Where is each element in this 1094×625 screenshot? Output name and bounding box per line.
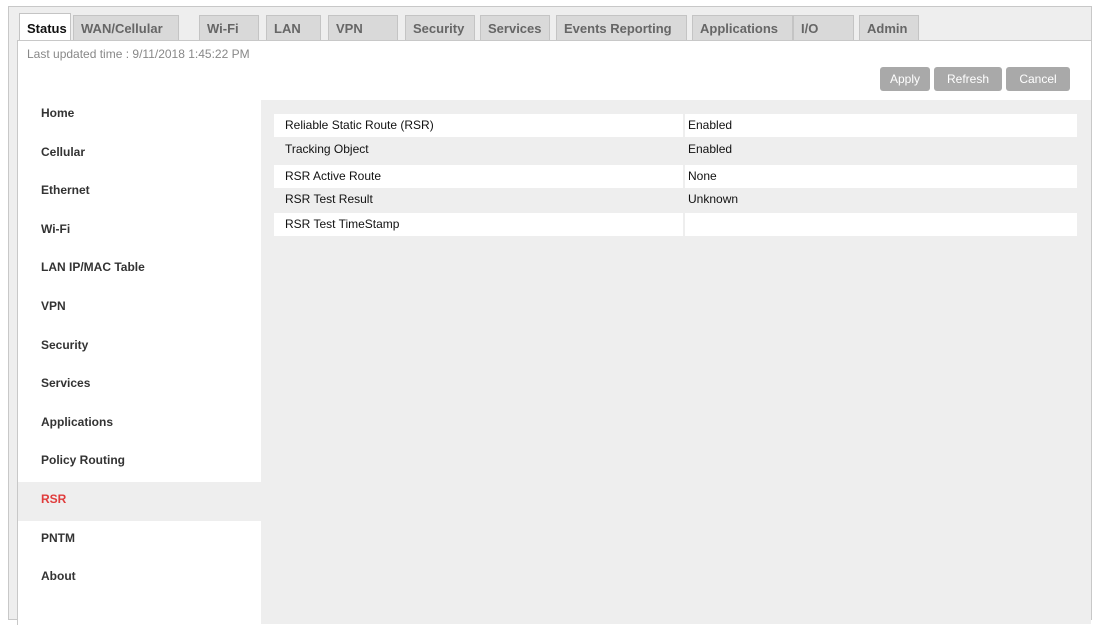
row-value [685, 213, 1077, 236]
table-row: Reliable Static Route (RSR) Enabled [274, 114, 1077, 137]
sidebar-item-ethernet[interactable]: Ethernet [18, 173, 261, 212]
table-row: RSR Test Result Unknown [274, 188, 1077, 211]
tab-applications[interactable]: Applications [692, 15, 793, 41]
tab-wan-cellular[interactable]: WAN/Cellular [73, 15, 179, 41]
tab-security[interactable]: Security [405, 15, 475, 41]
row-label: Reliable Static Route (RSR) [274, 114, 683, 137]
sidebar-item-security[interactable]: Security [18, 328, 261, 367]
row-value: Enabled [688, 142, 733, 156]
sidebar-item-home[interactable]: Home [18, 96, 261, 135]
apply-button[interactable]: Apply [880, 67, 930, 91]
rsr-status-content: Reliable Static Route (RSR) Enabled Trac… [261, 100, 1091, 624]
row-value: None [685, 165, 1077, 188]
row-label: RSR Test TimeStamp [274, 213, 683, 236]
sidebar-item-vpn[interactable]: VPN [18, 289, 261, 328]
row-value: Unknown [688, 192, 739, 206]
tab-admin[interactable]: Admin [859, 15, 919, 41]
row-label: RSR Test Result [285, 192, 373, 206]
sidebar-item-cellular[interactable]: Cellular [18, 135, 261, 174]
tab-lan[interactable]: LAN [266, 15, 321, 41]
table-row: RSR Active Route None [274, 165, 1077, 188]
sidebar-item-about[interactable]: About [18, 559, 261, 598]
tab-wi-fi[interactable]: Wi-Fi [199, 15, 259, 41]
row-label: Tracking Object [285, 142, 369, 156]
sidebar-item-services[interactable]: Services [18, 366, 261, 405]
sidebar-item-rsr[interactable]: RSR [18, 481, 261, 521]
refresh-button[interactable]: Refresh [934, 67, 1002, 91]
table-row: Tracking Object Enabled [274, 138, 1077, 161]
app-frame: Status WAN/Cellular Wi-Fi LAN VPN Securi… [8, 6, 1092, 625]
sidebar-item-policy-routing[interactable]: Policy Routing [18, 443, 261, 482]
tab-io[interactable]: I/O [793, 15, 854, 41]
table-row: RSR Test TimeStamp [274, 213, 1077, 236]
tab-vpn[interactable]: VPN [328, 15, 398, 41]
sidebar-item-pntm[interactable]: PNTM [18, 521, 261, 560]
sidebar-item-wi-fi[interactable]: Wi-Fi [18, 212, 261, 251]
status-panel: Last updated time : 9/11/2018 1:45:22 PM… [17, 40, 1091, 625]
row-value: Enabled [685, 114, 1077, 137]
sidebar-item-applications[interactable]: Applications [18, 405, 261, 444]
last-updated-text: Last updated time : 9/11/2018 1:45:22 PM [27, 47, 250, 61]
tab-events-reporting[interactable]: Events Reporting [556, 15, 687, 41]
tab-services[interactable]: Services [480, 15, 550, 41]
tab-status[interactable]: Status [19, 13, 71, 42]
cancel-button[interactable]: Cancel [1006, 67, 1070, 91]
row-label: RSR Active Route [274, 165, 683, 188]
status-sidebar: Home Cellular Ethernet Wi-Fi LAN IP/MAC … [18, 96, 261, 598]
sidebar-item-lan-ip-mac-table[interactable]: LAN IP/MAC Table [18, 250, 261, 289]
